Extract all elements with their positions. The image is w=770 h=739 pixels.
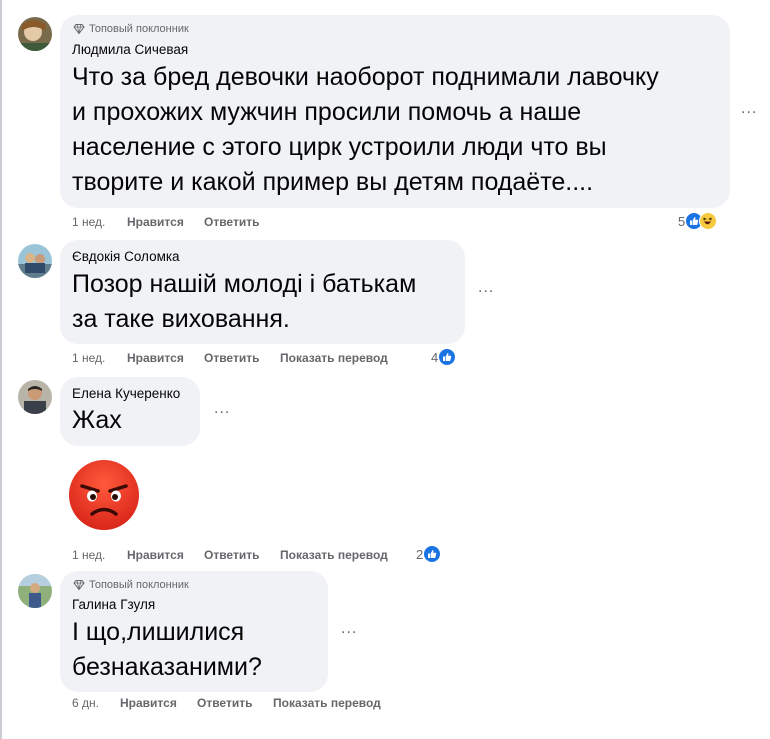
comment-time[interactable]: 1 нед. [72,548,105,562]
like-button[interactable]: Нравится [127,548,184,562]
more-options-button[interactable]: ... [478,279,494,297]
comment-actions: 1 нед. Нравится Ответить Показать перево… [72,548,412,564]
more-options-button[interactable]: ... [341,620,357,638]
comment-author[interactable]: Євдокія Соломка [72,249,180,264]
avatar[interactable] [18,380,52,414]
comment-text-line: Жах [72,406,122,434]
top-fan-badge: Топовый поклонник [73,23,189,35]
comment-author[interactable]: Галина Гзуля [72,597,155,612]
comment-text-line: творите и какой пример вы детям подаёте.… [72,168,594,196]
reply-button[interactable]: Ответить [204,548,259,562]
comment-text-line: Позор нашій молоді і батькам [72,270,417,298]
left-border [0,0,2,739]
top-fan-badge: Топовый поклонник [73,579,189,591]
reply-button[interactable]: Ответить [204,215,259,229]
comment-text-line: Что за бред девочки наоборот поднимали л… [72,63,659,91]
comment-time[interactable]: 1 нед. [72,351,105,365]
top-fan-label: Топовый поклонник [89,579,189,591]
like-icon [438,348,457,366]
like-button[interactable]: Нравится [127,351,184,365]
comment-text-line: население с этого цирк устроили люди что… [72,133,607,161]
more-options-button[interactable]: ... [214,400,230,418]
comment-actions: 1 нед. Нравится Ответить Показать перево… [72,351,412,367]
angry-face-sticker [68,459,140,531]
comment-text-line: за таке виховання. [72,305,290,333]
diamond-icon [73,580,85,590]
diamond-icon [73,24,85,34]
haha-icon [699,212,718,230]
comment-text-line: и прохожих мужчин просили помочь а наше [72,98,582,126]
comment-text-line: безнаказаними? [72,653,262,681]
avatar[interactable] [18,574,52,608]
translate-button[interactable]: Показать перевод [273,696,381,710]
avatar[interactable] [18,17,52,51]
more-options-button[interactable]: ... [741,100,757,118]
comment-text-line: І що,лишилися [72,618,245,646]
comment-time[interactable]: 6 дн. [72,696,99,710]
comment-time[interactable]: 1 нед. [72,215,105,229]
like-button[interactable]: Нравится [127,215,184,229]
reaction-summary[interactable]: 5 [678,212,718,230]
comment-actions: 6 дн. Нравится Ответить Показать перевод [72,696,412,712]
reply-button[interactable]: Ответить [197,696,252,710]
like-button[interactable]: Нравится [120,696,177,710]
reaction-count: 5 [678,213,686,229]
comment-bubble: Євдокія Соломка Позор нашій молоді і бат… [60,240,465,344]
comment-bubble: Елена Кучеренко Жах [60,377,200,446]
comment-author[interactable]: Людмила Сичевая [72,42,188,57]
avatar[interactable] [18,244,52,278]
reply-button[interactable]: Ответить [204,351,259,365]
reaction-count: 4 [431,349,439,365]
reaction-count: 2 [416,546,424,562]
comment-author[interactable]: Елена Кучеренко [72,386,180,401]
top-fan-label: Топовый поклонник [89,23,189,35]
comment-actions: 1 нед. Нравится Ответить [72,215,372,231]
translate-button[interactable]: Показать перевод [280,548,388,562]
like-icon [423,545,442,563]
reaction-summary[interactable]: 4 [431,348,457,366]
comment-bubble: Топовый поклонник Людмила Сичевая Что за… [60,15,730,208]
reaction-summary[interactable]: 2 [416,545,442,563]
translate-button[interactable]: Показать перевод [280,351,388,365]
comment-bubble: Топовый поклонник Галина Гзуля І що,лиши… [60,571,328,692]
